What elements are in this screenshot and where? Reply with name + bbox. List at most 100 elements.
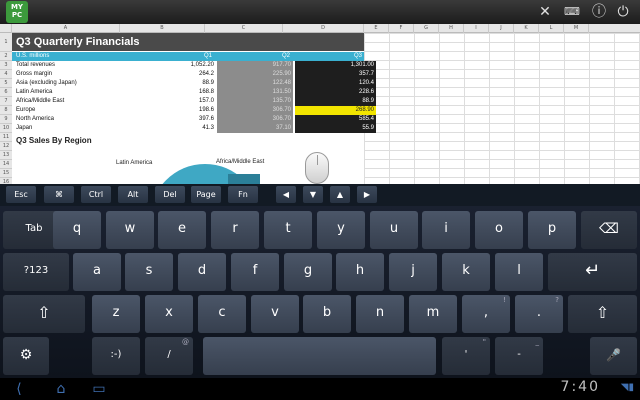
empty-grid-area[interactable] xyxy=(364,33,640,184)
slash-key[interactable]: / @ xyxy=(145,337,193,375)
ctrl-key[interactable]: Ctrl xyxy=(81,186,111,203)
col-header[interactable]: K xyxy=(514,24,539,33)
col-header[interactable]: A xyxy=(12,24,120,33)
q1-cell[interactable]: 41.3 xyxy=(132,124,214,133)
q1-cell[interactable]: 88.9 xyxy=(132,79,214,88)
row-number[interactable]: 3 xyxy=(0,61,12,70)
shift-left-key[interactable]: ⇧ xyxy=(3,295,85,333)
table-row[interactable]: Total revenues 1,052.20 917.70 1,301.00 xyxy=(12,61,376,70)
key-period[interactable]: . ? xyxy=(515,295,563,333)
q1-cell[interactable]: 1,052.20 xyxy=(132,61,214,70)
key-a[interactable]: a xyxy=(73,253,121,291)
key-f[interactable]: f xyxy=(231,253,279,291)
q2-cell[interactable]: 37.10 xyxy=(217,124,293,133)
table-row[interactable]: Latin America 168.8 131.50 228.6 xyxy=(12,88,376,97)
microphone-key[interactable]: 🎤 xyxy=(590,337,637,375)
key-j[interactable]: j xyxy=(389,253,437,291)
row-number[interactable]: 8 xyxy=(0,106,12,115)
home-icon[interactable]: ⌂ xyxy=(50,380,72,398)
chart-title[interactable]: Q3 Sales By Region xyxy=(16,136,92,145)
q3-cell[interactable]: 120.4 xyxy=(295,79,376,88)
power-icon[interactable]: ⏻ xyxy=(614,4,632,20)
row-number[interactable]: 15 xyxy=(0,169,12,178)
row-number[interactable]: 2 xyxy=(0,52,12,61)
help-icon[interactable]: ⓘ xyxy=(590,4,608,20)
q1-cell[interactable]: 198.6 xyxy=(132,106,214,115)
key-b[interactable]: b xyxy=(303,295,351,333)
key-p[interactable]: p xyxy=(528,211,576,249)
q1-cell[interactable]: 157.0 xyxy=(132,97,214,106)
mouse-pointer-icon[interactable] xyxy=(305,152,329,184)
key-o[interactable]: o xyxy=(475,211,523,249)
remote-spreadsheet[interactable]: A B C D E F G H I J K L M 1 2 3 4 5 6 7 … xyxy=(0,24,640,184)
dash-key[interactable]: - _ xyxy=(495,337,543,375)
key-n[interactable]: n xyxy=(356,295,404,333)
q1-cell[interactable]: 397.6 xyxy=(132,115,214,124)
table-row[interactable]: Japan 41.3 37.10 55.9 xyxy=(12,124,376,133)
key-w[interactable]: w xyxy=(106,211,154,249)
arrow-up-key[interactable]: ▲ xyxy=(330,186,350,203)
key-comma[interactable]: , ! xyxy=(462,295,510,333)
q2-cell[interactable]: 306.70 xyxy=(217,106,293,115)
shift-right-key[interactable]: ⇧ xyxy=(568,295,637,333)
table-row[interactable]: North America 397.6 306.70 585.4 xyxy=(12,115,376,124)
col-header[interactable]: L xyxy=(539,24,564,33)
key-c[interactable]: c xyxy=(198,295,246,333)
key-h[interactable]: h xyxy=(336,253,384,291)
key-y[interactable]: y xyxy=(317,211,365,249)
col-header[interactable]: F xyxy=(389,24,414,33)
key-g[interactable]: g xyxy=(284,253,332,291)
row-number[interactable]: 4 xyxy=(0,70,12,79)
row-number[interactable]: 12 xyxy=(0,142,12,151)
back-icon[interactable]: ⟨ xyxy=(8,380,30,398)
row-number[interactable]: 7 xyxy=(0,97,12,106)
symbols-key[interactable]: ?123 xyxy=(3,253,69,291)
col-header[interactable]: E xyxy=(364,24,389,33)
row-number[interactable]: 13 xyxy=(0,151,12,160)
key-m[interactable]: m xyxy=(409,295,457,333)
key-v[interactable]: v xyxy=(251,295,299,333)
emoticon-key[interactable]: :-) xyxy=(92,337,140,375)
col-header[interactable]: I xyxy=(464,24,489,33)
col-header[interactable]: H xyxy=(439,24,464,33)
key-i[interactable]: i xyxy=(422,211,470,249)
key-r[interactable]: r xyxy=(211,211,259,249)
q3-cell[interactable]: 585.4 xyxy=(295,115,376,124)
key-k[interactable]: k xyxy=(442,253,490,291)
key-q[interactable]: q xyxy=(53,211,101,249)
space-bar[interactable] xyxy=(203,337,436,375)
row-number[interactable]: 1 xyxy=(0,33,12,52)
close-icon[interactable]: ✕ xyxy=(536,4,554,20)
table-row[interactable]: Africa/Middle East 157.0 135.70 88.9 xyxy=(12,97,376,106)
q2-cell[interactable]: 917.70 xyxy=(217,61,293,70)
key-e[interactable]: e xyxy=(158,211,206,249)
fn-key[interactable]: Fn xyxy=(228,186,258,203)
row-number[interactable]: 10 xyxy=(0,124,12,133)
command-key[interactable]: ⌘ xyxy=(44,186,74,203)
q1-cell[interactable]: 264.2 xyxy=(132,70,214,79)
q2-cell[interactable]: 122.48 xyxy=(217,79,293,88)
row-number[interactable]: 14 xyxy=(0,160,12,169)
key-s[interactable]: s xyxy=(125,253,173,291)
table-row[interactable]: Asia (excluding Japan) 88.9 122.48 120.4 xyxy=(12,79,376,88)
key-x[interactable]: x xyxy=(145,295,193,333)
keyboard-icon[interactable]: ⌨ xyxy=(563,4,581,20)
arrow-down-key[interactable]: ▼ xyxy=(303,186,323,203)
row-number[interactable]: 11 xyxy=(0,133,12,142)
esc-key[interactable]: Esc xyxy=(6,186,36,203)
row-number[interactable]: 5 xyxy=(0,79,12,88)
q3-cell[interactable]: 357.7 xyxy=(295,70,376,79)
col-header[interactable]: G xyxy=(414,24,439,33)
q3-cell[interactable]: 55.9 xyxy=(295,124,376,133)
recent-apps-icon[interactable]: ▭ xyxy=(88,380,110,398)
status-clock[interactable]: 7:40 xyxy=(561,379,600,395)
q1-cell[interactable]: 168.8 xyxy=(132,88,214,97)
col-header[interactable]: M xyxy=(564,24,589,33)
enter-key[interactable]: ↵ xyxy=(548,253,637,291)
page-key[interactable]: Page xyxy=(191,186,221,203)
table-header-row[interactable]: U.S. millions Q1 Q2 Q3 xyxy=(12,52,364,61)
key-z[interactable]: z xyxy=(92,295,140,333)
col-header[interactable]: J xyxy=(489,24,514,33)
key-t[interactable]: t xyxy=(264,211,312,249)
q2-cell[interactable]: 135.70 xyxy=(217,97,293,106)
